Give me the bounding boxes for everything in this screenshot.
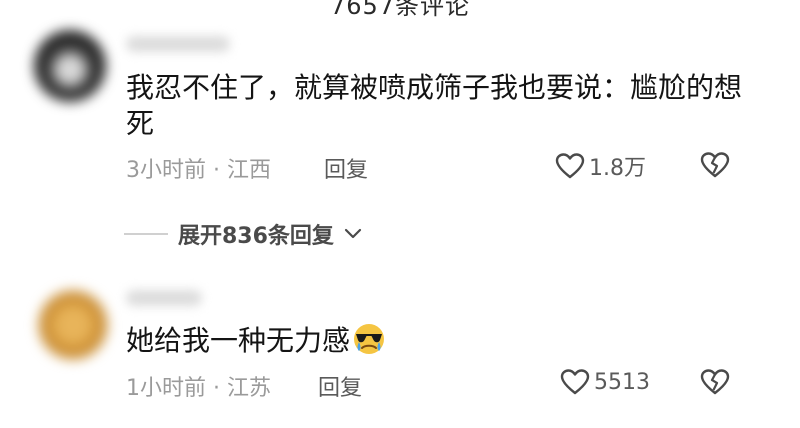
comment-text-content: 她给我一种无力感 — [126, 324, 351, 357]
like-button[interactable]: 1.8万 — [555, 150, 646, 182]
broken-heart-icon — [700, 369, 730, 395]
broken-heart-icon — [700, 152, 730, 178]
avatar[interactable] — [34, 30, 106, 102]
cool-sunglasses-crying-emoji-icon — [354, 324, 385, 354]
like-count: 5513 — [594, 369, 650, 395]
username-blurred[interactable] — [126, 290, 202, 306]
username-blurred[interactable] — [126, 36, 230, 52]
heart-outline-icon — [555, 153, 585, 179]
comment-meta: 3小时前 · 江西 — [126, 158, 271, 183]
dislike-button[interactable] — [700, 368, 730, 400]
divider — [124, 233, 168, 235]
comment-count-title: 7657条评论 — [329, 0, 471, 20]
dislike-button[interactable] — [700, 151, 730, 183]
comment-text: 她给我一种无力感 — [126, 322, 746, 359]
reply-button[interactable]: 回复 — [318, 370, 362, 402]
expand-replies-label: 展开836条回复 — [178, 224, 334, 249]
heart-outline-icon — [560, 369, 590, 395]
expand-replies-button[interactable]: 展开836条回复 — [124, 218, 362, 250]
reply-button[interactable]: 回复 — [324, 152, 368, 184]
comment-meta: 1小时前 · 江苏 — [126, 376, 271, 401]
comment-text: 我忍不住了，就算被喷成筛子我也要说：尴尬的想死 — [126, 71, 743, 140]
like-button[interactable]: 5513 — [560, 368, 650, 396]
avatar[interactable] — [38, 290, 108, 360]
like-count: 1.8万 — [589, 156, 646, 181]
chevron-down-icon — [344, 228, 362, 239]
